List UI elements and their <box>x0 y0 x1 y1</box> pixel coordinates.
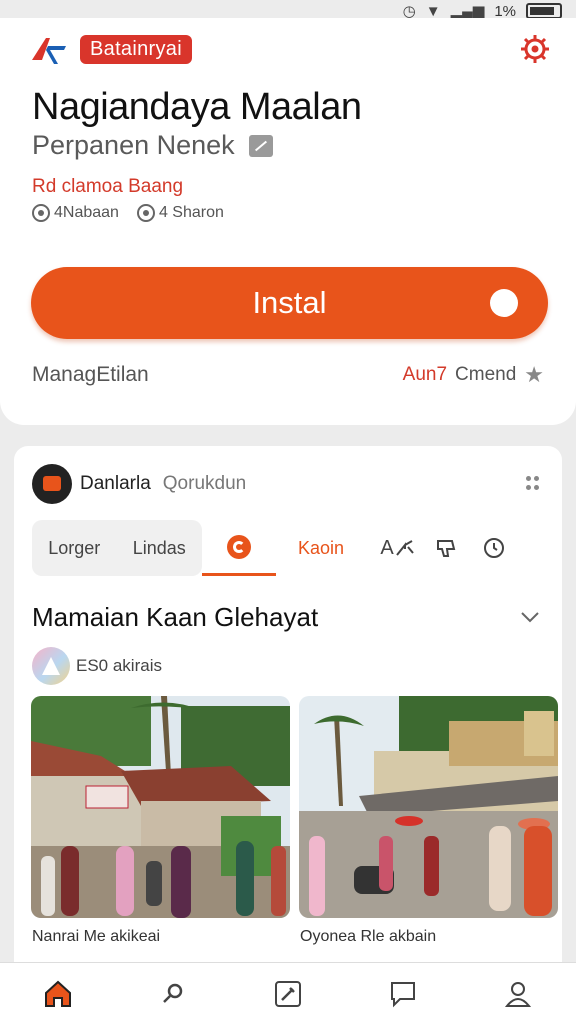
star-icon: ★ <box>524 362 544 387</box>
share-icon <box>395 539 414 556</box>
wifi-icon: ▼ <box>425 2 441 20</box>
battery-percent: 1% <box>494 2 516 20</box>
tab-group-left: Lorger Lindas <box>32 520 202 576</box>
install-label: Instal <box>252 285 327 320</box>
home-icon <box>44 980 71 1007</box>
bottom-nav <box>0 962 576 1024</box>
nav-edit[interactable] <box>264 970 312 1018</box>
tab-thumb[interactable] <box>422 536 470 560</box>
refresh-icon <box>227 534 251 559</box>
edit-square-icon <box>274 980 301 1007</box>
manage-link[interactable]: ManagEtilan <box>32 363 149 387</box>
app-subtitle: Perpanen Nenek <box>32 130 273 161</box>
channel-avatar <box>32 464 72 504</box>
edit-icon[interactable] <box>248 134 273 157</box>
sub-label: ES0 akirais <box>76 656 162 675</box>
rating-group[interactable]: Aun7 Cmend ★ <box>403 362 544 388</box>
sub-row: ES0 akirais <box>32 647 162 685</box>
tab-lorger[interactable]: Lorger <box>48 538 100 559</box>
app-info-card: Batainryai Nagiandaya Maalan Perpanen Ne… <box>0 18 576 425</box>
more-options-icon[interactable] <box>526 476 540 490</box>
nav-profile[interactable] <box>494 970 542 1018</box>
tab-share[interactable]: A <box>374 537 422 560</box>
user-icon <box>505 981 532 1007</box>
chevron-down-icon[interactable] <box>520 610 540 624</box>
tab-lindas[interactable]: Lindas <box>133 538 186 559</box>
tab-row: Lorger Lindas Kaoin A <box>32 520 550 576</box>
manage-row: ManagEtilan Aun7 Cmend ★ <box>32 362 544 388</box>
market-photo-right[interactable] <box>299 696 558 918</box>
caption-right: Oyonea Rle akbain <box>300 928 437 945</box>
rating-red-text: Aun7 <box>402 364 448 385</box>
nav-home[interactable] <box>34 970 82 1018</box>
tab-kaoin[interactable]: Kaoin <box>298 538 344 559</box>
tab-refresh[interactable] <box>202 520 276 576</box>
sub-avatar <box>32 647 70 685</box>
caption-left: Nanrai Me akikeai <box>32 928 161 945</box>
app-title: Nagiandaya Maalan <box>32 86 362 128</box>
meta-row: 4Nabaan 4 Sharon <box>32 204 224 222</box>
install-button[interactable]: Instal <box>31 267 548 339</box>
channel-meta: Qorukdun <box>162 473 247 494</box>
rating-grey-text: Cmend <box>455 364 517 385</box>
battery-icon <box>526 3 562 19</box>
gear-icon[interactable] <box>520 34 550 64</box>
channel-name: Danlarla <box>80 473 151 494</box>
thumbs-down-icon <box>437 540 456 557</box>
section-title: Mamaian Kaan Glehayat <box>32 602 319 632</box>
tab-history[interactable] <box>470 536 518 560</box>
app-logo-icon <box>32 38 66 64</box>
market-photo-left[interactable] <box>31 696 290 918</box>
info-icon <box>136 204 155 222</box>
channel-row[interactable]: Danlarla Qorukdun <box>32 464 544 504</box>
chat-icon <box>391 981 416 1007</box>
search-icon <box>162 983 183 1003</box>
info-icon <box>32 204 50 222</box>
nav-search[interactable] <box>149 970 197 1018</box>
developer-link[interactable]: Rd clamoa Baang <box>32 176 183 198</box>
meta-text-2: 4 Sharon <box>158 204 224 221</box>
meta-item-1: 4Nabaan <box>32 204 119 222</box>
meta-text-1: 4Nabaan <box>54 204 119 221</box>
feed-card: Danlarla Qorukdun Lorger Lindas Kaoin A <box>14 446 562 1006</box>
toggle-knob-icon <box>490 289 518 317</box>
nav-messages[interactable] <box>379 970 427 1018</box>
history-icon <box>484 538 505 558</box>
logo-row: Batainryai <box>28 32 192 66</box>
app-subtitle-text: Perpanen Nenek <box>32 130 235 160</box>
meta-item-2: 4 Sharon <box>136 204 224 222</box>
tab-a-letter: A <box>380 536 394 559</box>
app-badge: Batainryai <box>80 34 192 64</box>
